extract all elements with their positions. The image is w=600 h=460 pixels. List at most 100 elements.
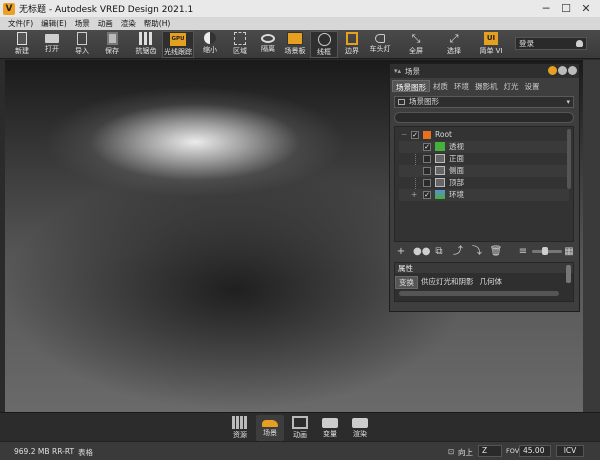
camera-icon	[435, 154, 445, 163]
scene-panel-header: ▾▴ 场景	[390, 64, 579, 78]
up-axis-select[interactable]: Z	[478, 445, 502, 457]
module-variants-button[interactable]: 变量	[316, 415, 344, 441]
shrink-button[interactable]: 缩小	[196, 31, 224, 58]
open-button[interactable]: 打开	[38, 31, 66, 58]
properties-hscroll[interactable]	[399, 291, 559, 296]
side-visibility-checkbox[interactable]	[423, 167, 431, 175]
tab-environment[interactable]: 环境	[451, 80, 472, 92]
menu-file[interactable]: 文件(F)	[8, 18, 33, 29]
tab-settings[interactable]: 设置	[522, 80, 543, 92]
menu-scene[interactable]: 场景	[75, 18, 90, 29]
folder-icon	[45, 34, 59, 43]
gpu-icon: GPU	[170, 33, 186, 46]
menu-help[interactable]: 帮助(H)	[144, 18, 171, 29]
color-mode-button[interactable]: ICV	[556, 445, 584, 457]
tab-lights[interactable]: 灯光	[501, 80, 522, 92]
scene-panel: ▾▴ 场景 场景图形 材质 环境 摄影机 灯光 设置 场景图形 ▾ − ✓ Ro…	[389, 63, 580, 312]
menu-render[interactable]: 渲染	[121, 18, 136, 29]
fov-input[interactable]: 45.00	[519, 445, 551, 457]
tree-row-front[interactable]: 正面	[399, 153, 569, 165]
grid-icon[interactable]: ▦	[562, 246, 576, 258]
scene-search-input[interactable]	[394, 112, 574, 123]
top-visibility-checkbox[interactable]	[423, 179, 431, 187]
raytracing-button[interactable]: GPU 光线跟踪	[162, 31, 194, 58]
tree-row-top[interactable]: 顶部	[399, 177, 569, 189]
expand-icon[interactable]: +	[411, 189, 417, 201]
headlight-icon	[375, 34, 385, 43]
login-dropdown[interactable]: 登录	[515, 37, 587, 50]
headlight-button[interactable]: 车头灯	[364, 31, 396, 58]
maximize-icon[interactable]: ☐	[556, 2, 576, 15]
tab-transform[interactable]: 变换	[395, 276, 418, 289]
new-button[interactable]: 新建	[8, 31, 36, 58]
camera-icon	[435, 178, 445, 187]
save-icon	[106, 32, 118, 45]
tab-cameras[interactable]: 摄影机	[472, 80, 501, 92]
title-bar: V 无标题 - Autodesk VRED Design 2021.1 ─ ☐ …	[0, 0, 600, 17]
car-icon	[262, 420, 278, 427]
tab-geometry[interactable]: 几何体	[477, 276, 506, 289]
bounds-button[interactable]: 边界	[338, 31, 366, 58]
sceneplate-button[interactable]: 场景板	[280, 31, 310, 58]
select-button[interactable]: ⤢ 选择	[440, 31, 468, 58]
properties-vscroll[interactable]	[566, 265, 571, 283]
zoom-slider[interactable]	[532, 247, 562, 255]
menu-edit[interactable]: 编辑(E)	[41, 18, 67, 29]
film-icon	[292, 416, 308, 429]
root-visibility-checkbox[interactable]: ✓	[411, 131, 419, 139]
delete-icon[interactable]: 🗑	[489, 246, 503, 258]
minimize-icon[interactable]: ─	[536, 2, 556, 15]
camera-icon	[435, 142, 445, 151]
scenegraph-dropdown-value: 场景图形	[409, 97, 439, 106]
bounds-icon	[346, 32, 358, 45]
module-assets-button[interactable]: 资源	[226, 415, 254, 441]
main-toolbar: 新建 打开 导入 保存 抗锯齿 GPU 光线跟踪 缩小 区域 隔离 场景板 线框	[0, 30, 600, 59]
tree-row-side[interactable]: 侧面	[399, 165, 569, 177]
simple-ui-button[interactable]: UI 简单 VI	[476, 31, 506, 58]
tree-row-perspective[interactable]: ✓ 透视	[399, 141, 569, 153]
group-nodes-icon[interactable]: ●●	[413, 246, 430, 258]
add-icon[interactable]: +	[394, 246, 408, 258]
move-down-icon[interactable]: ⤵	[470, 246, 484, 258]
menu-animation[interactable]: 动画	[98, 18, 113, 29]
clone-icon[interactable]: ⧉	[432, 246, 446, 258]
module-render-button[interactable]: 渲染	[346, 415, 374, 441]
select-icon: ⤢	[449, 32, 459, 45]
scene-panel-title: 场景	[405, 66, 421, 76]
properties-box: 属性 变换 供应灯光和阴影 几何体	[394, 262, 574, 302]
save-button[interactable]: 保存	[98, 31, 126, 58]
scenegraph-dropdown[interactable]: 场景图形 ▾	[394, 96, 574, 108]
tree-scrollbar[interactable]	[567, 129, 571, 189]
close-icon[interactable]: ✕	[576, 2, 596, 15]
tab-scenegraph[interactable]: 场景图形	[392, 80, 430, 92]
front-visibility-checkbox[interactable]	[423, 155, 431, 163]
panel-close-icon[interactable]	[568, 66, 577, 75]
move-up-icon[interactable]: ⤴	[451, 246, 465, 258]
module-animation-button[interactable]: 动画	[286, 415, 314, 441]
tree-row-environment[interactable]: + ✓ 环境	[399, 189, 569, 201]
tab-lights-shadows[interactable]: 供应灯光和阴影	[418, 276, 477, 289]
panel-float-icon[interactable]	[558, 66, 567, 75]
perspective-visibility-checkbox[interactable]: ✓	[423, 143, 431, 151]
wireframe-button[interactable]: 线框	[310, 31, 338, 58]
camera-icon	[352, 418, 368, 428]
list-icon[interactable]: ≡	[516, 246, 530, 258]
new-file-icon	[17, 32, 27, 45]
module-scene-button[interactable]: 场景	[256, 415, 284, 441]
isolate-button[interactable]: 隔离	[254, 31, 282, 58]
pin-icon[interactable]: ▾▴	[394, 67, 401, 75]
antialias-button[interactable]: 抗锯齿	[130, 31, 162, 58]
fullscreen-button[interactable]: ⤡ 全屏	[402, 31, 430, 58]
import-button[interactable]: 导入	[68, 31, 96, 58]
window-controls: ─ ☐ ✕	[536, 0, 596, 17]
properties-title: 属性	[395, 263, 573, 273]
slider-knob[interactable]	[542, 247, 548, 255]
half-circle-icon	[204, 32, 216, 44]
tree-row-root[interactable]: − ✓ Root	[399, 129, 569, 141]
ui-icon: UI	[484, 32, 498, 45]
region-button[interactable]: 区域	[226, 31, 254, 58]
panel-settings-icon[interactable]	[548, 66, 557, 75]
collapse-icon[interactable]: −	[401, 129, 407, 141]
tab-materials[interactable]: 材质	[430, 80, 451, 92]
environment-visibility-checkbox[interactable]: ✓	[423, 191, 431, 199]
